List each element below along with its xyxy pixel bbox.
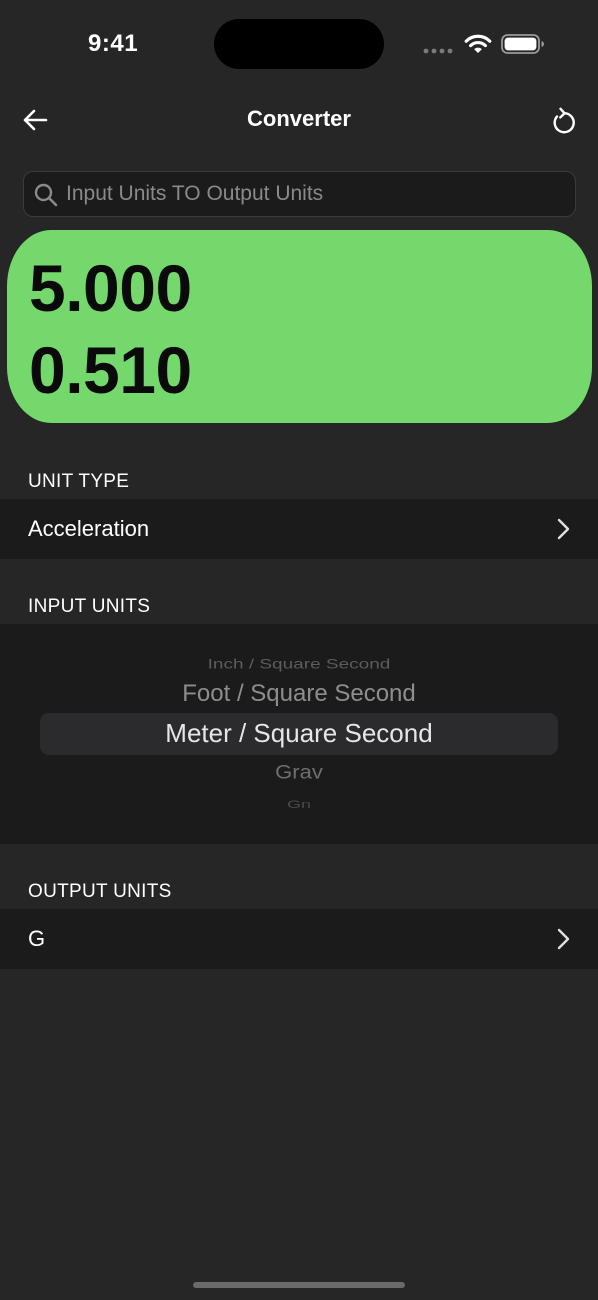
conversion-result-card: 5.000 0.510 [7, 230, 592, 423]
picker-option[interactable]: Inch / Square Second [0, 657, 598, 673]
output-units-section-label: OUTPUT UNITS [28, 881, 172, 902]
picker-option-selected[interactable]: Meter / Square Second [0, 718, 598, 749]
unit-type-row[interactable]: Acceleration [0, 499, 598, 559]
status-time: 9:41 [88, 30, 139, 57]
picker-option[interactable]: Grav [0, 760, 598, 783]
output-value: 0.510 [29, 333, 192, 407]
navigation-bar: Converter [0, 92, 598, 148]
output-units-row[interactable]: G [0, 909, 598, 969]
rotate-ccw-icon [553, 107, 575, 134]
reset-button[interactable] [546, 104, 582, 138]
magnifier-icon [34, 183, 58, 207]
home-indicator[interactable] [193, 1282, 405, 1288]
chevron-right-icon [557, 928, 570, 950]
dynamic-island [214, 19, 384, 69]
unit-type-value: Acceleration [28, 516, 150, 541]
status-icons [423, 32, 547, 58]
chevron-right-icon [557, 518, 570, 540]
page-title: Converter [247, 106, 351, 131]
search-field[interactable] [23, 171, 576, 217]
input-units-section-label: INPUT UNITS [28, 596, 151, 617]
picker-option[interactable]: Foot / Square Second [0, 680, 598, 708]
input-value: 5.000 [29, 251, 192, 325]
picker-option[interactable]: Gn [0, 798, 598, 811]
input-units-picker[interactable]: Inch / Square Second Foot / Square Secon… [0, 624, 598, 844]
battery-icon [501, 34, 544, 54]
cellular-signal-icon [423, 48, 453, 54]
unit-type-section-label: UNIT TYPE [28, 471, 130, 492]
search-input[interactable] [66, 172, 566, 216]
output-units-value: G [28, 926, 46, 951]
status-bar: 9:41 [0, 0, 598, 88]
wifi-icon [464, 34, 492, 53]
